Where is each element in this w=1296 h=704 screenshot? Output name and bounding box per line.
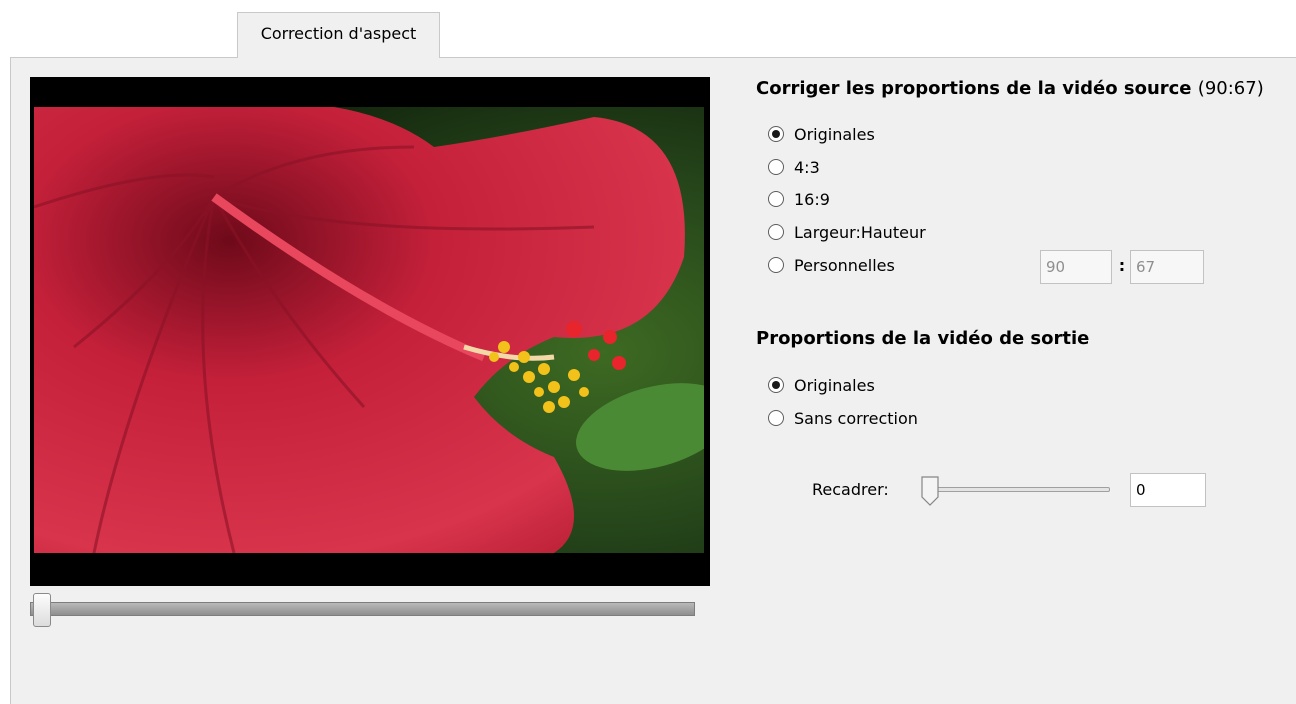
radio-button[interactable]: [768, 191, 784, 207]
radio-button[interactable]: [768, 257, 784, 273]
radio-label: Largeur:Hauteur: [794, 222, 926, 242]
radio-button[interactable]: [768, 377, 784, 393]
custom-width-input[interactable]: [1040, 250, 1112, 284]
radio-selected-dot: [772, 130, 780, 138]
radio-source-custom[interactable]: Personnelles: [768, 253, 895, 277]
crop-slider-track[interactable]: [922, 487, 1110, 492]
radio-label: Originales: [794, 375, 875, 395]
preview-image: [34, 107, 704, 553]
tab-aspect-correction[interactable]: Correction d'aspect: [237, 12, 440, 58]
radio-selected-dot: [772, 381, 780, 389]
crop-label: Recadrer:: [812, 480, 889, 499]
radio-source-originales[interactable]: Originales: [768, 122, 875, 146]
radio-button[interactable]: [768, 126, 784, 142]
source-aspect-heading-text: Corriger les proportions de la vidéo sou…: [756, 78, 1192, 99]
crop-slider-thumb[interactable]: [920, 475, 940, 507]
radio-source-16-9[interactable]: 16:9: [768, 187, 830, 211]
source-aspect-heading: Corriger les proportions de la vidéo sou…: [756, 78, 1264, 99]
radio-label: 4:3: [794, 157, 820, 177]
radio-source-width-height[interactable]: Largeur:Hauteur: [768, 220, 926, 244]
video-seek-track[interactable]: [30, 602, 695, 616]
radio-source-4-3[interactable]: 4:3: [768, 155, 820, 179]
video-preview: [30, 77, 710, 586]
radio-button[interactable]: [768, 410, 784, 426]
source-aspect-ratio: (90:67): [1197, 78, 1264, 99]
radio-output-originales[interactable]: Originales: [768, 373, 875, 397]
radio-label: Personnelles: [794, 255, 895, 275]
radio-label: 16:9: [794, 189, 830, 209]
video-seek-thumb[interactable]: [33, 593, 51, 627]
radio-button[interactable]: [768, 159, 784, 175]
radio-label: Originales: [794, 124, 875, 144]
radio-output-no-correction[interactable]: Sans correction: [768, 406, 918, 430]
output-aspect-heading: Proportions de la vidéo de sortie: [756, 328, 1090, 349]
radio-button[interactable]: [768, 224, 784, 240]
crop-value-input[interactable]: [1130, 473, 1206, 507]
custom-height-input[interactable]: [1130, 250, 1204, 284]
custom-ratio-separator: :: [1118, 256, 1126, 275]
radio-label: Sans correction: [794, 408, 918, 428]
